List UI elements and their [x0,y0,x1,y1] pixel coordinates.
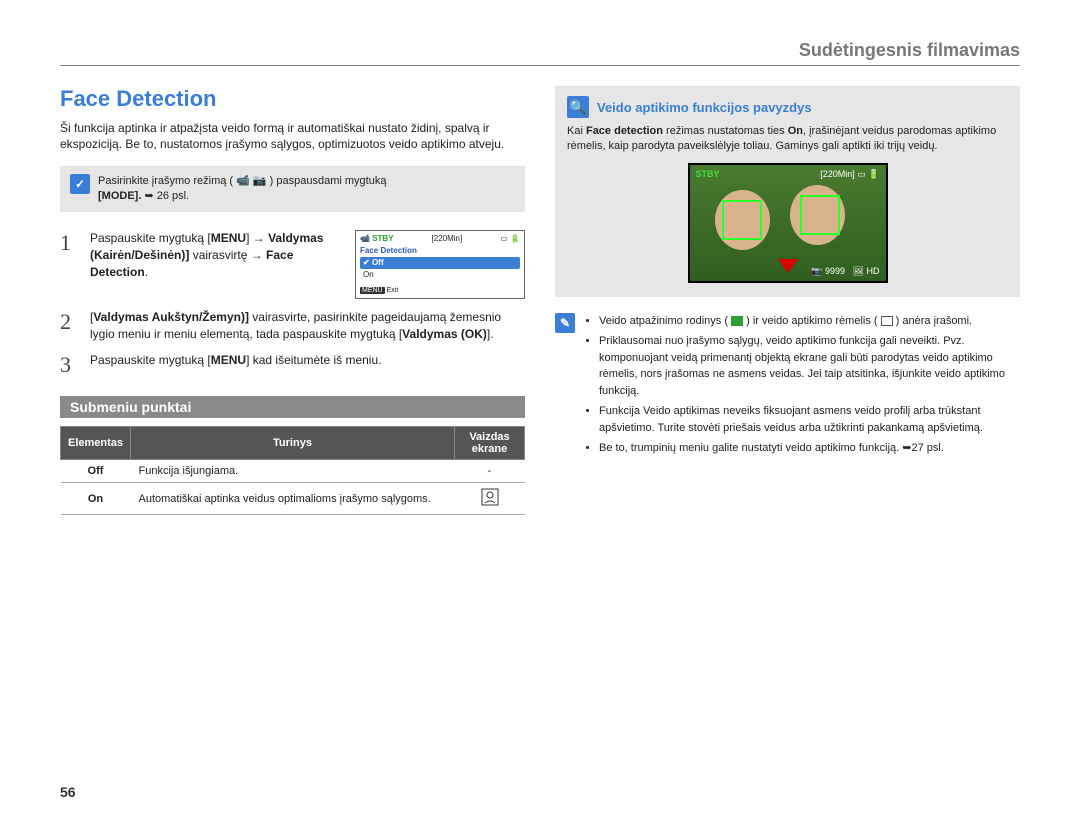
face-box-icon [722,200,762,240]
photo-icon: 📷 [253,175,267,187]
face-box-icon [800,195,840,235]
step-num-3: 3 [60,352,80,378]
lcd-opt-on: On [360,269,520,281]
overlay-count: 9999 [825,266,845,276]
example-title: Veido aptikimo funkcijos pavyzdys [597,100,812,115]
lcd-menu-title: Face Detection [360,246,520,256]
intro-text: Ši funkcija aptinka ir atpažįsta veido f… [60,120,525,152]
info-bullet-4: Be to, trumpinių meniu galite nustatyti … [599,440,1020,457]
check-icon: ✓ [70,174,90,194]
th-picture: Vaizdas ekrane [455,427,525,460]
step-num-2: 2 [60,309,80,335]
submenu-table: Elementas Turinys Vaizdas ekrane Off Fun… [60,426,525,515]
th-content: Turinys [131,427,455,460]
step-3-body: Paspauskite mygtuką [MENU] kad išeitumėt… [90,352,525,369]
lcd-stby: STBY [372,234,393,243]
step-3: 3 Paspauskite mygtuką [MENU] kad išeitum… [60,352,525,378]
step-num-1: 1 [60,230,80,256]
row-off-pic: - [455,460,525,483]
row-on-pic [455,483,525,515]
overlay-stby: STBY [696,169,720,179]
overlay-hd: HD [867,266,880,276]
chapter-title: Sudėtingesnis filmavimas [60,40,1020,66]
info-bullet-1: Veido atpažinimo rodinys ( ) ir veido ap… [599,313,1020,330]
row-on-content: Automatiškai aptinka veidus optimalioms … [131,483,455,515]
lcd-opt-off: ✔ Off [360,257,520,269]
th-element: Elementas [61,427,131,460]
info-bullet-3: Funkcija Veido aptikimas neveiks fiksuoj… [599,403,1020,436]
overlay-time: [220Min] [820,169,855,179]
step-1-body: Paspauskite mygtuką [MENU] → Valdymas (K… [90,230,345,280]
info-box: ✎ Veido atpažinimo rodinys ( ) ir veido … [555,313,1020,461]
row-off-elem: Off [61,460,131,483]
lcd-time: [220Min] [432,234,463,244]
page-number: 56 [60,784,76,800]
row-on-elem: On [61,483,131,515]
step-2-body: [Valdymas Aukštyn/Žemyn)] vairasvirte, p… [90,309,525,343]
video-icon: 📹 [236,175,250,187]
info-bullet-2: Priklausomai nuo įrašymo sąlygų, veido a… [599,333,1020,399]
step-1: 1 Paspauskite mygtuką [MENU] → Valdymas … [60,230,525,299]
mode-note-suffix: ) paspausdami mygtuką [270,175,387,187]
marker-icon [778,259,798,273]
face-indicator-icon [731,316,743,326]
example-box: 🔍 Veido aptikimo funkcijos pavyzdys Kai … [555,86,1020,297]
info-icon: ✎ [555,313,575,333]
mode-note-mode: [MODE]. [98,190,144,202]
page-title: Face Detection [60,86,525,112]
row-off-content: Funkcija išjungiama. [131,460,455,483]
example-body: Kai Face detection režimas nustatomas ti… [567,124,1008,155]
step-2: 2 [Valdymas Aukštyn/Žemyn)] vairasvirte,… [60,309,525,343]
face-frame-icon [881,316,893,326]
submenu-header: Submeniu punktai [60,396,525,418]
mode-note-prefix: Pasirinkite įrašymo režimą ( [98,175,236,187]
table-row: On Automatiškai aptinka veidus optimalio… [61,483,525,515]
page-ref-arrow: ➥ [144,190,153,202]
table-row: Off Funkcija išjungiama. - [61,460,525,483]
mode-note-page: 26 psl. [157,190,189,202]
lcd-exit: MENUExit [360,287,520,296]
magnifier-icon: 🔍 [567,96,589,118]
lcd-preview: 📹 STBY [220Min] ▭ 🔋 Face Detection ✔ Off… [355,230,525,299]
sample-screenshot: STBY [220Min] ▭ 🔋 📷 9999 🖼 HD [688,163,888,283]
mode-note: ✓ Pasirinkite įrašymo režimą ( 📹 📷 ) pas… [60,166,525,212]
